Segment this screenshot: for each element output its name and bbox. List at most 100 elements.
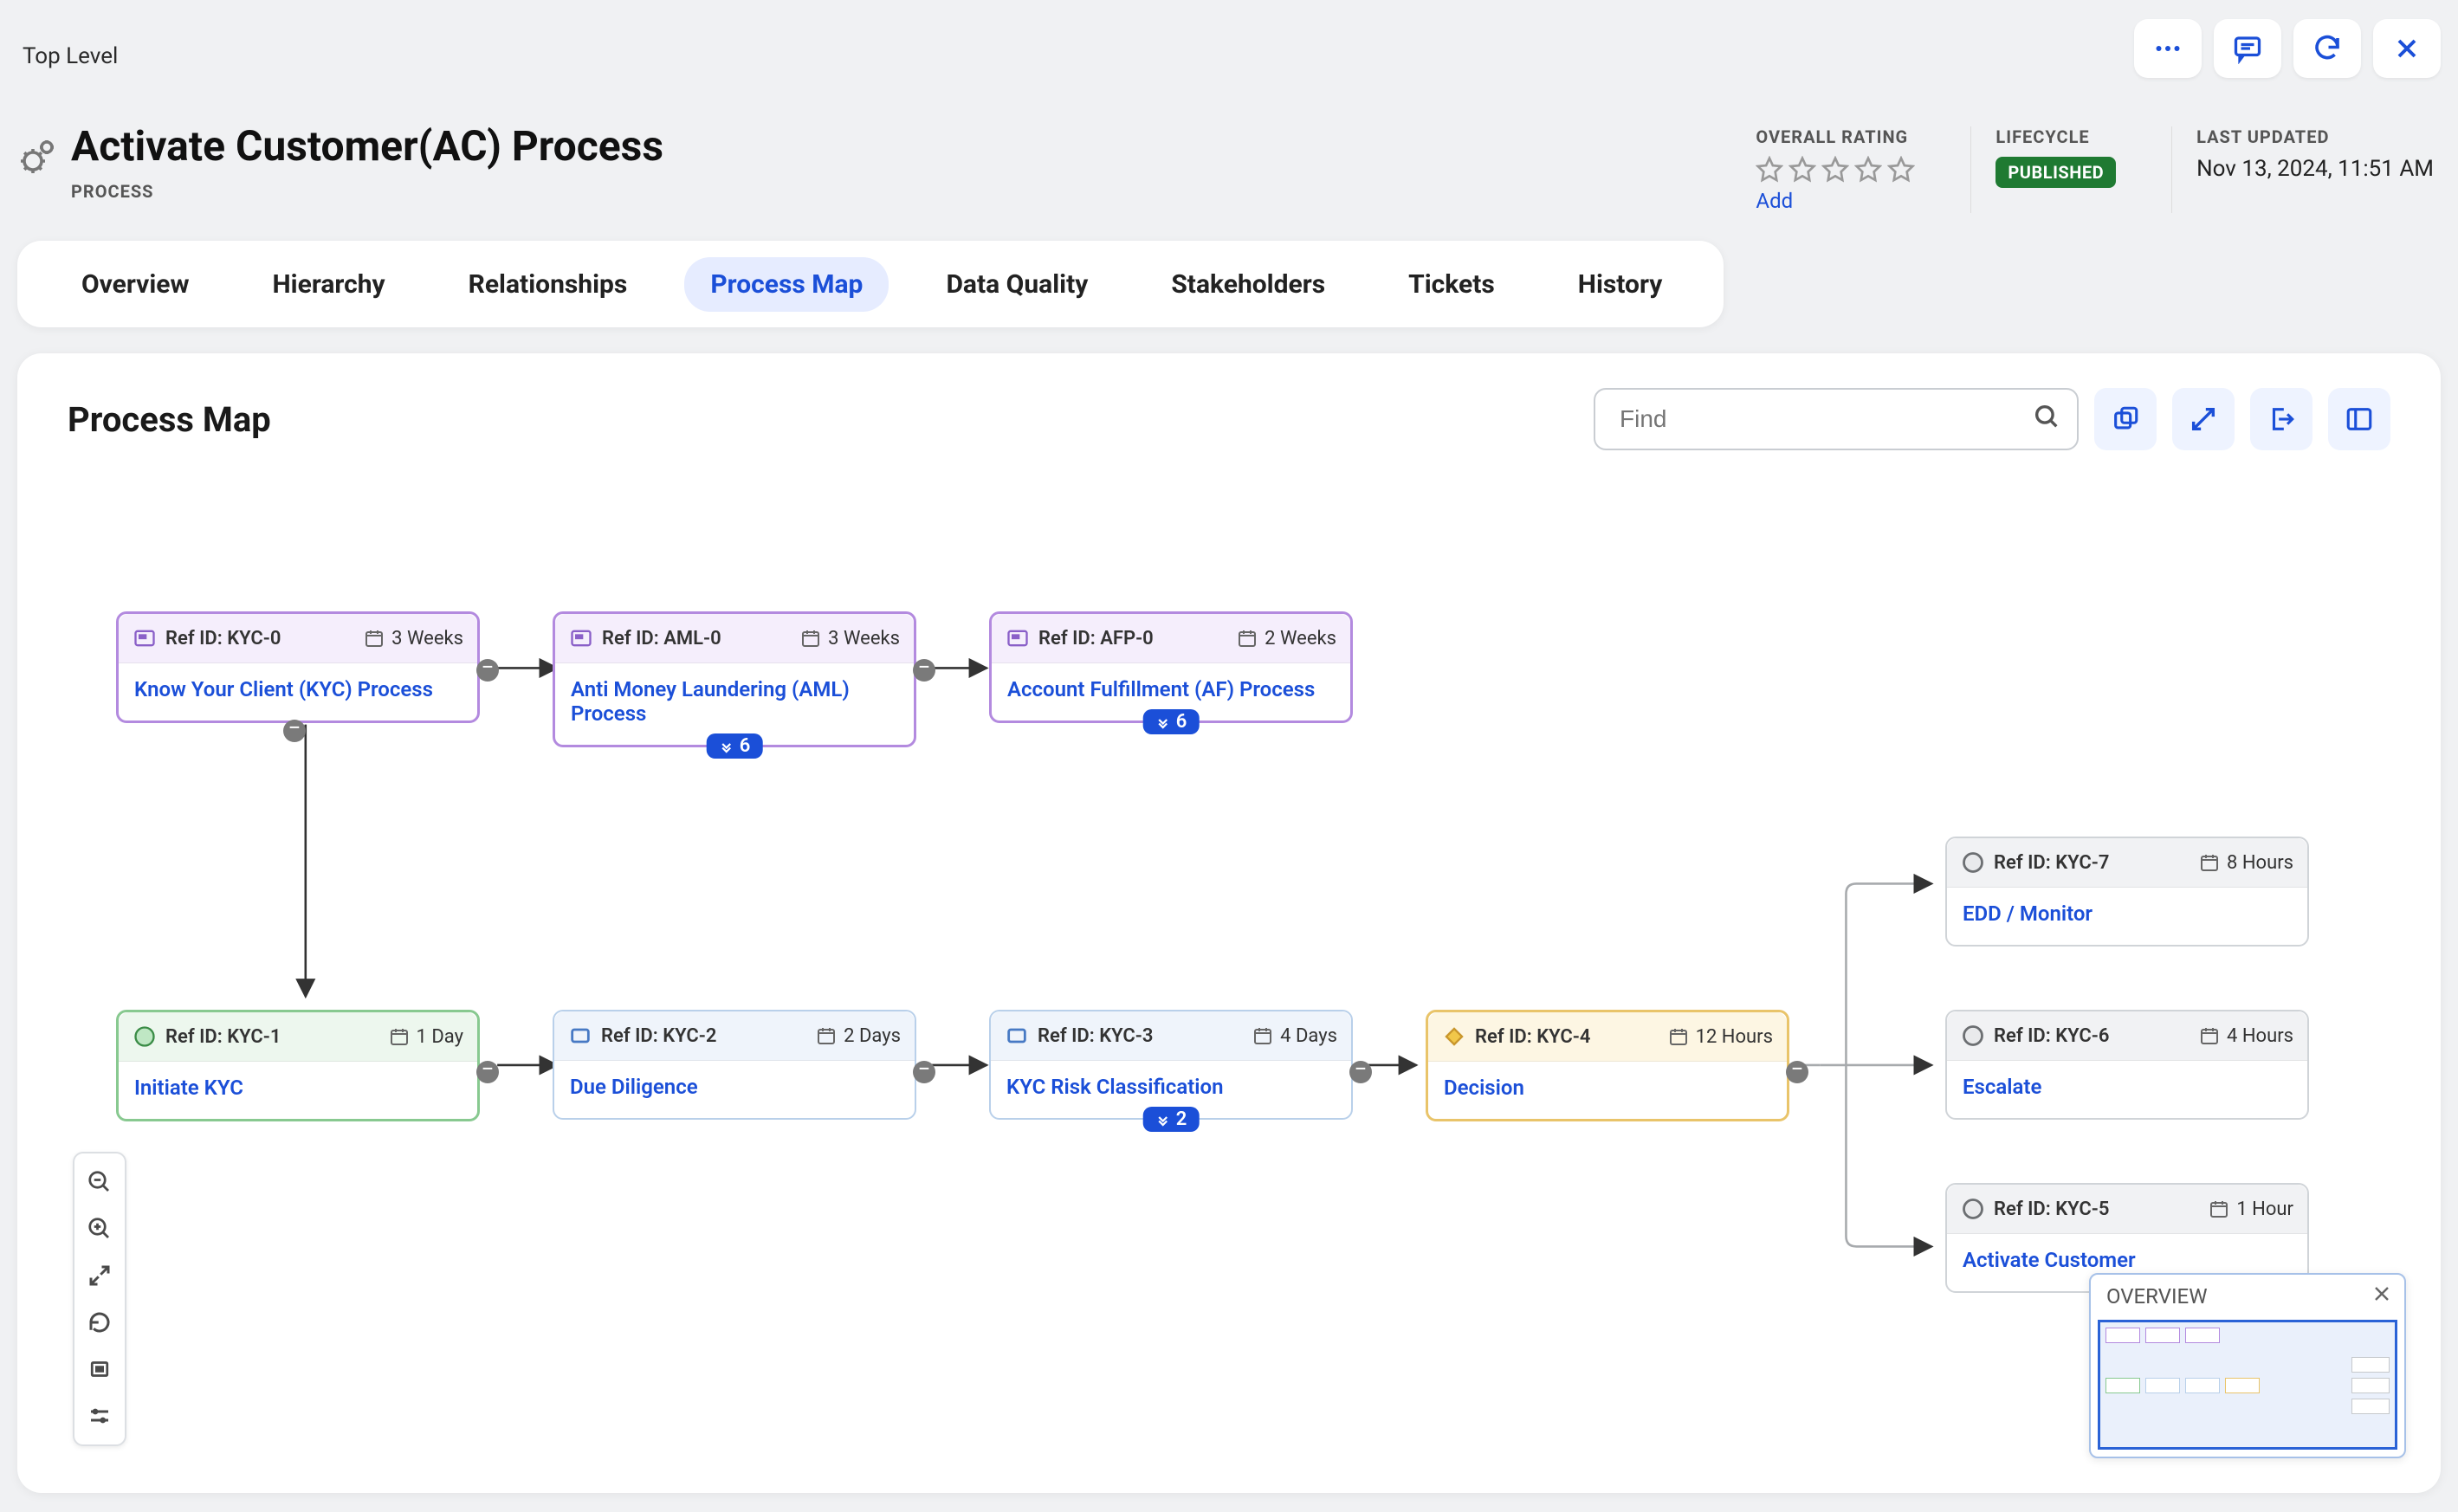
comments-button[interactable] <box>2214 19 2281 78</box>
node-duration: 2 Days <box>844 1025 901 1047</box>
node-name[interactable]: Know Your Client (KYC) Process <box>119 663 477 720</box>
fit-to-screen-button[interactable] <box>74 1252 125 1299</box>
node-name[interactable]: Decision <box>1428 1062 1787 1119</box>
page-title: Activate Customer(AC) Process <box>71 121 663 171</box>
node-ref: Ref ID: AML-0 <box>602 628 721 649</box>
overall-rating-label: OVERALL RATING <box>1756 126 1915 147</box>
node-kyc-1[interactable]: Ref ID: KYC-1 1 Day Initiate KYC <box>116 1010 480 1121</box>
child-count-badge[interactable]: 6 <box>1143 709 1200 734</box>
child-count-badge[interactable]: 6 <box>707 733 763 759</box>
calendar-icon <box>364 628 385 649</box>
overview-close-icon[interactable] <box>2371 1283 2392 1309</box>
node-duration: 3 Weeks <box>391 628 463 649</box>
node-kyc-4[interactable]: Ref ID: KYC-4 12 Hours Decision <box>1426 1010 1789 1121</box>
calendar-icon <box>1252 1025 1273 1046</box>
node-name[interactable]: Initiate KYC <box>119 1062 477 1119</box>
node-ref: Ref ID: AFP-0 <box>1038 628 1154 649</box>
node-duration: 1 Day <box>417 1026 463 1048</box>
overview-title: OVERVIEW <box>2106 1284 2207 1308</box>
node-name[interactable]: Anti Money Laundering (AML) Process <box>555 663 914 745</box>
tab-stakeholders[interactable]: Stakeholders <box>1145 257 1351 312</box>
breadcrumb-top-level[interactable]: Top Level <box>23 43 118 69</box>
node-duration: 8 Hours <box>2227 852 2293 874</box>
lifecycle-label: LIFECYCLE <box>1996 126 2116 147</box>
fit-window-button[interactable] <box>74 1346 125 1392</box>
node-ref: Ref ID: KYC-1 <box>165 1026 281 1048</box>
end-icon <box>1961 1024 1985 1048</box>
calendar-icon <box>2199 852 2220 873</box>
node-name[interactable]: EDD / Monitor <box>1947 888 2307 945</box>
node-name[interactable]: Escalate <box>1947 1061 2307 1118</box>
zoom-out-button[interactable] <box>74 1159 125 1205</box>
task-icon <box>1005 1024 1029 1048</box>
node-ref: Ref ID: KYC-6 <box>1994 1025 2109 1047</box>
node-ref: Ref ID: KYC-4 <box>1475 1026 1590 1048</box>
process-icon <box>133 626 157 650</box>
calendar-icon <box>1237 628 1258 649</box>
calendar-icon <box>2199 1025 2220 1046</box>
decision-icon <box>1442 1024 1466 1049</box>
node-kyc-7[interactable]: Ref ID: KYC-7 8 Hours EDD / Monitor <box>1945 837 2309 947</box>
process-type-icon <box>17 137 59 178</box>
node-duration: 12 Hours <box>1696 1026 1773 1048</box>
tabs-bar: Overview Hierarchy Relationships Process… <box>17 241 1724 327</box>
node-afp-0[interactable]: Ref ID: AFP-0 2 Weeks Account Fulfillmen… <box>989 611 1353 723</box>
child-count-badge[interactable]: 2 <box>1143 1107 1200 1132</box>
task-icon <box>568 1024 592 1048</box>
last-updated-value: Nov 13, 2024, 11:51 AM <box>2196 156 2434 182</box>
node-ref: Ref ID: KYC-0 <box>165 628 281 649</box>
tab-process-map[interactable]: Process Map <box>684 257 889 312</box>
find-input-wrapper[interactable] <box>1594 388 2079 450</box>
end-icon <box>1961 1197 1985 1221</box>
tab-hierarchy[interactable]: Hierarchy <box>247 257 411 312</box>
tab-overview[interactable]: Overview <box>55 257 216 312</box>
export-button[interactable] <box>2250 388 2312 450</box>
process-icon <box>1006 626 1030 650</box>
last-updated-label: LAST UPDATED <box>2196 126 2434 147</box>
node-duration: 2 Weeks <box>1265 628 1336 649</box>
tab-relationships[interactable]: Relationships <box>443 257 654 312</box>
open-new-window-button[interactable] <box>2094 388 2157 450</box>
rating-stars[interactable] <box>1756 156 1915 184</box>
fullscreen-button[interactable] <box>2172 388 2235 450</box>
node-duration: 4 Days <box>1280 1025 1337 1047</box>
node-kyc-6[interactable]: Ref ID: KYC-6 4 Hours Escalate <box>1945 1010 2309 1120</box>
zoom-toolbar <box>73 1152 126 1446</box>
node-name[interactable]: Due Diligence <box>554 1061 915 1118</box>
node-kyc-0[interactable]: Ref ID: KYC-0 3 Weeks Know Your Client (… <box>116 611 480 723</box>
add-rating-link[interactable]: Add <box>1756 189 1915 213</box>
node-ref: Ref ID: KYC-5 <box>1994 1199 2109 1220</box>
process-icon <box>569 626 593 650</box>
close-button[interactable] <box>2373 19 2441 78</box>
node-aml-0[interactable]: Ref ID: AML-0 3 Weeks Anti Money Launder… <box>553 611 916 747</box>
start-icon <box>133 1024 157 1049</box>
node-ref: Ref ID: KYC-2 <box>601 1025 716 1047</box>
overview-minimap[interactable]: OVERVIEW <box>2089 1273 2406 1458</box>
node-ref: Ref ID: KYC-3 <box>1038 1025 1153 1047</box>
node-ref: Ref ID: KYC-7 <box>1994 852 2109 874</box>
lifecycle-badge: PUBLISHED <box>1996 157 2116 188</box>
section-title-process-map: Process Map <box>68 399 271 440</box>
asset-type-label: PROCESS <box>71 181 663 202</box>
find-input[interactable] <box>1620 405 2032 433</box>
calendar-icon <box>389 1026 410 1047</box>
side-panel-toggle-button[interactable] <box>2328 388 2390 450</box>
tab-tickets[interactable]: Tickets <box>1382 257 1521 312</box>
refresh-button[interactable] <box>2293 19 2361 78</box>
calendar-icon <box>816 1025 837 1046</box>
tab-history[interactable]: History <box>1552 257 1689 312</box>
layout-options-button[interactable] <box>74 1392 125 1439</box>
node-kyc-2[interactable]: Ref ID: KYC-2 2 Days Due Diligence <box>553 1010 916 1120</box>
reset-view-button[interactable] <box>74 1299 125 1346</box>
calendar-icon <box>2209 1199 2229 1219</box>
calendar-icon <box>1668 1026 1689 1047</box>
more-actions-button[interactable] <box>2134 19 2202 78</box>
node-duration: 1 Hour <box>2236 1199 2293 1220</box>
end-icon <box>1961 850 1985 875</box>
tab-data-quality[interactable]: Data Quality <box>920 257 1114 312</box>
node-duration: 4 Hours <box>2227 1025 2293 1047</box>
node-kyc-3[interactable]: Ref ID: KYC-3 4 Days KYC Risk Classifica… <box>989 1010 1353 1120</box>
search-icon[interactable] <box>2032 402 2061 437</box>
calendar-icon <box>800 628 821 649</box>
zoom-in-button[interactable] <box>74 1205 125 1252</box>
